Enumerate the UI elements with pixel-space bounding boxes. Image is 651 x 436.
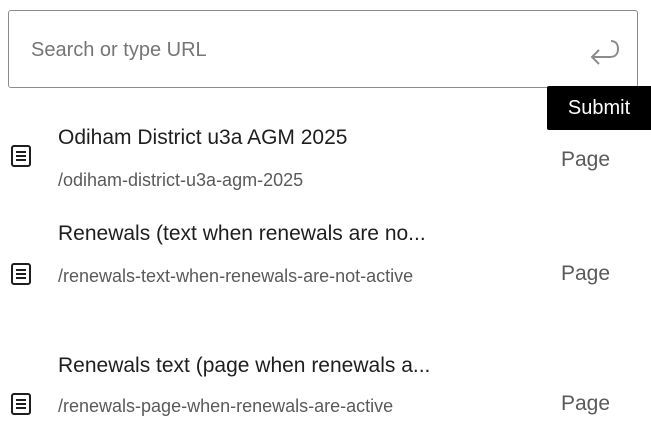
result-url: /renewals-page-when-renewals-are-active	[58, 396, 394, 416]
search-result-item[interactable]: Renewals text (page when renewals a... /…	[0, 352, 640, 436]
page-document-icon	[11, 145, 31, 167]
page-document-icon	[11, 393, 31, 415]
enter-arrow-icon[interactable]	[585, 35, 621, 71]
result-title: Odiham District u3a AGM 2025	[58, 126, 348, 149]
result-type: Page	[561, 148, 611, 171]
search-input[interactable]	[31, 33, 551, 67]
result-title: Renewals (text when renewals are no...	[58, 222, 426, 245]
search-result-item[interactable]: Odiham District u3a AGM 2025 /odiham-dis…	[0, 120, 640, 210]
url-search-box[interactable]	[8, 10, 638, 88]
result-url: /renewals-text-when-renewals-are-not-act…	[58, 266, 414, 286]
result-url: /odiham-district-u3a-agm-2025	[58, 170, 304, 190]
page-document-icon	[11, 263, 31, 285]
search-result-item[interactable]: Renewals (text when renewals are no... /…	[0, 220, 640, 330]
submit-tooltip-label: Submit	[567, 96, 631, 119]
result-title: Renewals text (page when renewals a...	[58, 354, 431, 377]
result-type: Page	[561, 262, 611, 285]
result-type: Page	[561, 392, 611, 415]
